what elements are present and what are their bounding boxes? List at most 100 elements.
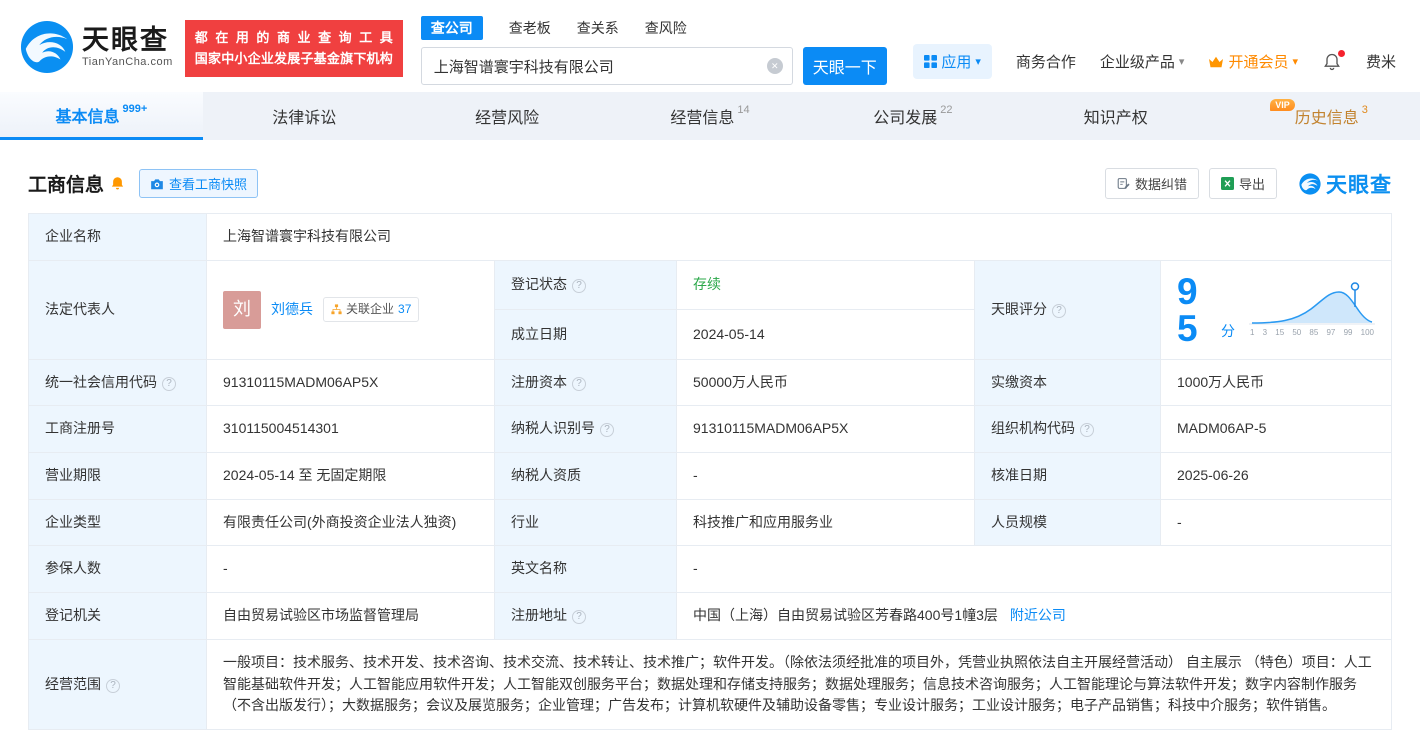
camera-icon (150, 178, 164, 190)
search-button[interactable]: 天眼一下 (803, 47, 887, 85)
export-button[interactable]: 导出 (1209, 168, 1277, 199)
insured-count-value: - (207, 546, 495, 593)
table-tools: 数据纠错 导出 天眼查 (1105, 168, 1392, 199)
legal-rep-link[interactable]: 刘德兵 (271, 299, 313, 321)
search-input[interactable] (421, 47, 793, 85)
business-term-value: 2024-05-14 至 无固定期限 (207, 453, 495, 500)
data-correction-button[interactable]: 数据纠错 (1105, 168, 1199, 199)
org-code-value: MADM06AP-5 (1161, 406, 1392, 453)
company-type-label: 企业类型 (29, 499, 207, 546)
edit-document-icon (1117, 177, 1130, 190)
chevron-down-icon: ▾ (975, 55, 981, 68)
credit-code-label: 统一社会信用代码? (29, 359, 207, 406)
watermark-brand: 天眼查 (1299, 169, 1392, 199)
credit-code-value: 91310115MADM06AP5X (207, 359, 495, 406)
help-icon[interactable]: ? (162, 377, 176, 391)
table-row: 登记机关 自由贸易试验区市场监督管理局 注册地址? 中国（上海）自由贸易试验区芳… (29, 593, 1392, 640)
tab-company-development[interactable]: 公司发展22 (811, 92, 1014, 140)
slogan-line1: 都在用的商业查询工具 (195, 27, 393, 48)
establish-date-value: 2024-05-14 (677, 310, 975, 360)
tianyancha-home-link[interactable]: 天眼查 TianYanCha.com (20, 20, 173, 74)
legal-rep-label: 法定代表人 (29, 260, 207, 359)
username-menu[interactable]: 费米 (1366, 51, 1396, 72)
section-title: 工商信息 (28, 170, 104, 197)
tianyancha-logo-icon (1299, 173, 1321, 195)
english-name-value: - (677, 546, 1392, 593)
search-tab-company[interactable]: 查公司 (421, 16, 483, 40)
search-tab-risk[interactable]: 查风险 (645, 16, 687, 40)
business-scope-label: 经营范围? (29, 639, 207, 729)
score-unit: 分 (1221, 321, 1235, 343)
view-snapshot-button[interactable]: 查看工商快照 (139, 169, 258, 198)
apps-menu-label: 应用 (941, 51, 971, 72)
taxpayer-id-value: 91310115MADM06AP5X (677, 406, 975, 453)
taxpayer-quality-label: 纳税人资质 (495, 453, 677, 500)
help-icon[interactable]: ? (572, 610, 586, 624)
table-row: 经营范围? 一般项目：技术服务、技术开发、技术咨询、技术交流、技术转让、技术推广… (29, 639, 1392, 729)
tab-history-info[interactable]: VIP 历史信息3 (1217, 92, 1420, 140)
reg-status-value: 存续 (677, 260, 975, 310)
table-row: 工商注册号 310115004514301 纳税人识别号? 91310115MA… (29, 406, 1392, 453)
search-tab-boss[interactable]: 查老板 (509, 16, 551, 40)
search-tab-relation[interactable]: 查关系 (577, 16, 619, 40)
open-vip-menu[interactable]: 开通会员 ▾ (1208, 51, 1298, 72)
reg-number-value: 310115004514301 (207, 406, 495, 453)
clear-search-icon[interactable]: ✕ (767, 58, 783, 74)
help-icon[interactable]: ? (1080, 423, 1094, 437)
score-value: 95 (1177, 273, 1216, 347)
industry-value: 科技推广和应用服务业 (677, 499, 975, 546)
company-name-label: 企业名称 (29, 214, 207, 261)
staff-size-label: 人员规模 (975, 499, 1161, 546)
staff-size-value: - (1161, 499, 1392, 546)
help-icon[interactable]: ? (106, 679, 120, 693)
tab-badge: 3 (1362, 104, 1368, 116)
header-menu: 应用 ▾ 商务合作 企业级产品 ▾ 开通会员 ▾ 费米 (913, 44, 1396, 79)
alert-bell-icon[interactable] (110, 176, 125, 191)
help-icon[interactable]: ? (1052, 304, 1066, 318)
approval-date-label: 核准日期 (975, 453, 1161, 500)
table-row: 营业期限 2024-05-14 至 无固定期限 纳税人资质 - 核准日期 202… (29, 453, 1392, 500)
industry-label: 行业 (495, 499, 677, 546)
tab-basic-info[interactable]: 基本信息999+ (0, 92, 203, 140)
help-icon[interactable]: ? (572, 377, 586, 391)
tab-intellectual-property[interactable]: 知识产权 (1014, 92, 1217, 140)
score-axis-ticks: 131550859799100 (1249, 327, 1375, 339)
apps-grid-icon (924, 55, 937, 68)
score-cell: 95 分 131550859799100 (1161, 260, 1392, 359)
help-icon[interactable]: ? (600, 423, 614, 437)
top-header: 天眼查 TianYanCha.com 都在用的商业查询工具 国家中小企业发展子基… (0, 0, 1420, 92)
help-icon[interactable]: ? (572, 279, 586, 293)
company-name-value: 上海智谱寰宇科技有限公司 (207, 214, 1392, 261)
tab-operation-info[interactable]: 经营信息14 (609, 92, 812, 140)
related-companies-badge[interactable]: 关联企业 37 (323, 297, 419, 322)
tab-operation-risk[interactable]: 经营风险 (406, 92, 609, 140)
apps-menu-button[interactable]: 应用 ▾ (913, 44, 992, 79)
search-box: ✕ (421, 47, 793, 85)
business-cooperation-link[interactable]: 商务合作 (1016, 51, 1076, 72)
reg-capital-value: 50000万人民币 (677, 359, 975, 406)
vip-badge: VIP (1270, 99, 1295, 111)
org-chart-icon (331, 304, 342, 315)
reg-authority-label: 登记机关 (29, 593, 207, 640)
logo-subtitle: TianYanCha.com (82, 56, 173, 68)
english-name-label: 英文名称 (495, 546, 677, 593)
search-area: 查公司 查老板 查关系 查风险 ✕ 天眼一下 (421, 16, 887, 85)
logo-text: 天眼查 TianYanCha.com (82, 26, 173, 68)
company-section-tabs: 基本信息999+ 法律诉讼 经营风险 经营信息14 公司发展22 知识产权 VI… (0, 92, 1420, 140)
search-type-tabs: 查公司 查老板 查关系 查风险 (421, 16, 887, 40)
slogan-banner: 都在用的商业查询工具 国家中小企业发展子基金旗下机构 (185, 20, 403, 77)
business-info-table: 企业名称 上海智谱寰宇科技有限公司 法定代表人 刘 刘德兵 关联企业 37 (28, 213, 1392, 730)
legal-rep-avatar[interactable]: 刘 (223, 291, 261, 329)
table-row: 企业类型 有限责任公司(外商投资企业法人独资) 行业 科技推广和应用服务业 人员… (29, 499, 1392, 546)
nearby-companies-link[interactable]: 附近公司 (1010, 607, 1066, 623)
excel-export-icon (1221, 177, 1234, 190)
crown-icon (1208, 56, 1224, 68)
enterprise-products-menu[interactable]: 企业级产品 ▾ (1100, 51, 1185, 72)
chevron-down-icon: ▾ (1292, 55, 1298, 68)
notification-bell-button[interactable] (1322, 52, 1342, 72)
reg-number-label: 工商注册号 (29, 406, 207, 453)
paid-capital-value: 1000万人民币 (1161, 359, 1392, 406)
slogan-line2: 国家中小企业发展子基金旗下机构 (195, 48, 393, 69)
tab-legal-proceedings[interactable]: 法律诉讼 (203, 92, 406, 140)
tab-badge: 22 (940, 104, 952, 116)
